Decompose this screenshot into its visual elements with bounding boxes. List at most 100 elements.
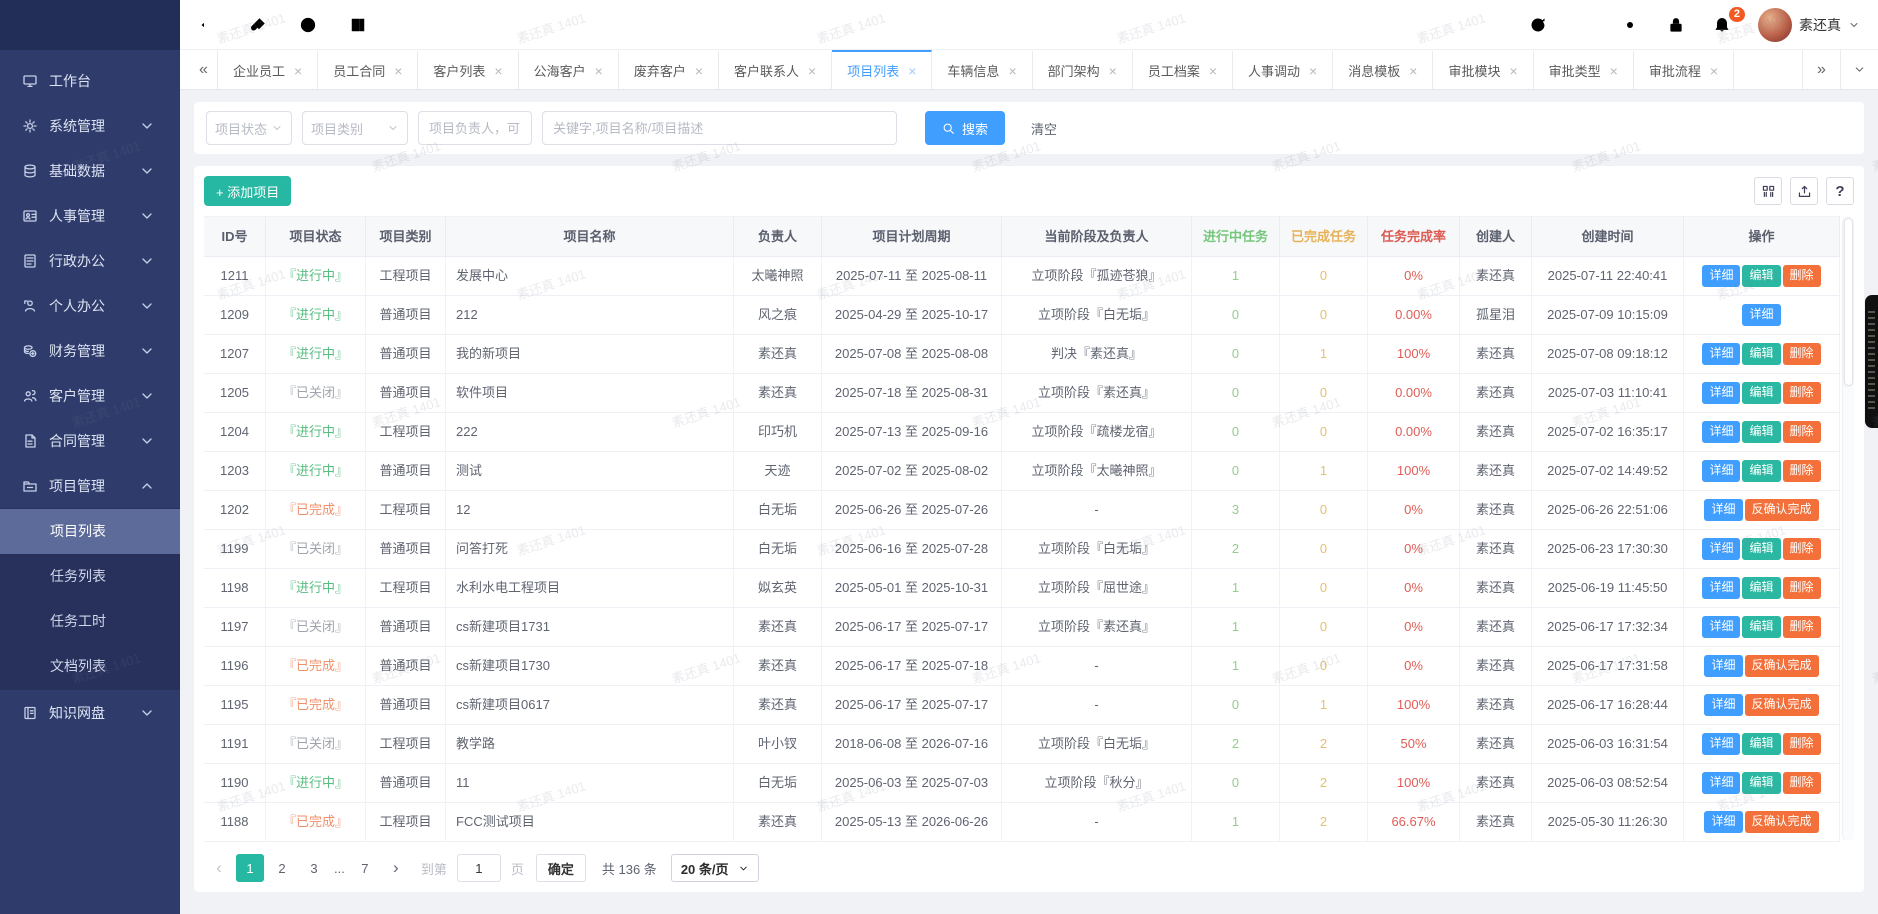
- tab-item[interactable]: 人事调动 ×: [1233, 50, 1334, 89]
- unconfirm-button[interactable]: 反确认完成: [1744, 694, 1819, 716]
- delete-button[interactable]: 删除: [1782, 772, 1821, 794]
- tab-item[interactable]: 部门架构 ×: [1033, 50, 1133, 89]
- detail-button[interactable]: 详细: [1704, 655, 1743, 677]
- page-button-2[interactable]: 2: [268, 854, 296, 882]
- refresh-icon[interactable]: [1528, 15, 1548, 35]
- tab-item[interactable]: 审批模块 ×: [1433, 50, 1534, 89]
- detail-button[interactable]: 详细: [1702, 772, 1741, 794]
- delete-button[interactable]: 删除: [1782, 733, 1821, 755]
- sidebar-item-admin-office[interactable]: 行政办公: [0, 238, 180, 283]
- sidebar-item-knowledge[interactable]: 知识网盘: [0, 690, 180, 735]
- delete-button[interactable]: 删除: [1782, 343, 1821, 365]
- delete-button[interactable]: 删除: [1782, 538, 1821, 560]
- tab-close-icon[interactable]: ×: [294, 63, 302, 79]
- unconfirm-button[interactable]: 反确认完成: [1744, 811, 1819, 833]
- tab-close-icon[interactable]: ×: [1409, 63, 1417, 79]
- sidebar-subitem-task-list[interactable]: 任务列表: [0, 554, 180, 599]
- language-globe-icon[interactable]: [298, 15, 318, 35]
- edit-button[interactable]: 编辑: [1742, 616, 1781, 638]
- tab-close-icon[interactable]: ×: [1109, 63, 1117, 79]
- sidebar-subitem-doc-list[interactable]: 文档列表: [0, 644, 180, 689]
- delete-button[interactable]: 删除: [1782, 382, 1821, 404]
- sidebar-item-system[interactable]: 系统管理: [0, 103, 180, 148]
- add-project-button[interactable]: + 添加项目: [204, 176, 292, 206]
- sidebar-item-customer[interactable]: 客户管理: [0, 373, 180, 418]
- project-owner-input[interactable]: [418, 111, 532, 145]
- tabs-scroll-right-button[interactable]: »: [1802, 50, 1840, 89]
- tab-close-icon[interactable]: ×: [394, 63, 402, 79]
- tab-close-icon[interactable]: ×: [595, 63, 603, 79]
- edit-button[interactable]: 编辑: [1742, 265, 1781, 287]
- detail-button[interactable]: 详细: [1704, 694, 1743, 716]
- detail-button[interactable]: 详细: [1702, 577, 1741, 599]
- tabs-dropdown-button[interactable]: [1840, 50, 1878, 89]
- tab-item[interactable]: 客户列表 ×: [418, 50, 519, 89]
- goto-confirm-button[interactable]: 确定: [535, 854, 586, 882]
- notifications-bell-icon[interactable]: 2: [1712, 6, 1745, 35]
- help-button[interactable]: ?: [1826, 177, 1854, 205]
- tab-item[interactable]: 客户联系人 ×: [719, 50, 833, 89]
- detail-button[interactable]: 详细: [1702, 538, 1741, 560]
- tab-close-icon[interactable]: ×: [1309, 63, 1317, 79]
- clear-cache-brush-icon[interactable]: [248, 15, 268, 35]
- sidebar-subitem-project-list[interactable]: 项目列表: [0, 509, 180, 554]
- lock-icon[interactable]: [1666, 15, 1686, 35]
- page-button-7[interactable]: 7: [351, 854, 379, 882]
- unconfirm-button[interactable]: 反确认完成: [1744, 655, 1819, 677]
- tabs-scroll-left-button[interactable]: «: [180, 50, 218, 89]
- user-menu[interactable]: 素还真: [1758, 7, 1860, 42]
- keyword-input[interactable]: [542, 111, 897, 145]
- next-page-button[interactable]: ›: [383, 854, 409, 882]
- export-button[interactable]: [1790, 177, 1818, 205]
- project-category-select[interactable]: 项目类别: [302, 111, 408, 145]
- collapse-menu-icon[interactable]: [198, 15, 218, 35]
- tab-item[interactable]: 消息模板 ×: [1333, 50, 1434, 89]
- edit-button[interactable]: 编辑: [1742, 343, 1781, 365]
- sidebar-item-finance[interactable]: 财务管理: [0, 328, 180, 373]
- project-status-select[interactable]: 项目状态: [206, 111, 292, 145]
- delete-button[interactable]: 删除: [1782, 265, 1821, 287]
- page-button-3[interactable]: 3: [300, 854, 328, 882]
- search-button[interactable]: 搜索: [925, 111, 1006, 145]
- detail-button[interactable]: 详细: [1702, 265, 1741, 287]
- tab-item[interactable]: 员工合同 ×: [318, 50, 419, 89]
- sidebar-item-workbench[interactable]: 工作台: [0, 58, 180, 103]
- edit-button[interactable]: 编辑: [1742, 460, 1781, 482]
- sidebar-subitem-task-hours[interactable]: 任务工时: [0, 599, 180, 644]
- detail-button[interactable]: 详细: [1702, 460, 1741, 482]
- tab-close-icon[interactable]: ×: [808, 63, 816, 79]
- edit-button[interactable]: 编辑: [1742, 733, 1781, 755]
- detail-button[interactable]: 详细: [1704, 499, 1743, 521]
- edit-button[interactable]: 编辑: [1742, 421, 1781, 443]
- edit-button[interactable]: 编辑: [1742, 538, 1781, 560]
- detail-button[interactable]: 详细: [1702, 382, 1741, 404]
- tab-close-icon[interactable]: ×: [695, 63, 703, 79]
- edit-button[interactable]: 编辑: [1742, 772, 1781, 794]
- tab-item[interactable]: 公海客户 ×: [519, 50, 619, 89]
- sidebar-item-base-data[interactable]: 基础数据: [0, 148, 180, 193]
- edit-button[interactable]: 编辑: [1742, 382, 1781, 404]
- delete-button[interactable]: 删除: [1782, 616, 1821, 638]
- tab-close-icon[interactable]: ×: [1610, 63, 1618, 79]
- delete-button[interactable]: 删除: [1782, 577, 1821, 599]
- layout-panel-icon[interactable]: [348, 15, 368, 35]
- detail-button[interactable]: 详细: [1702, 733, 1741, 755]
- unconfirm-button[interactable]: 反确认完成: [1744, 499, 1819, 521]
- delete-button[interactable]: 删除: [1782, 421, 1821, 443]
- delete-button[interactable]: 删除: [1782, 460, 1821, 482]
- sidebar-item-contract[interactable]: 合同管理: [0, 418, 180, 463]
- detail-button[interactable]: 详细: [1702, 616, 1741, 638]
- side-drag-handle[interactable]: [1865, 295, 1878, 428]
- tab-close-icon[interactable]: ×: [1008, 63, 1016, 79]
- table-scrollbar[interactable]: [1842, 216, 1854, 841]
- tab-close-icon[interactable]: ×: [1509, 63, 1517, 79]
- tab-item[interactable]: 车辆信息 ×: [932, 50, 1033, 89]
- tab-close-icon[interactable]: ×: [1710, 63, 1718, 79]
- tab-item[interactable]: 员工档案 ×: [1133, 50, 1234, 89]
- tab-item[interactable]: 审批流程 ×: [1634, 50, 1735, 89]
- page-button-1[interactable]: 1: [236, 854, 264, 882]
- goto-page-input[interactable]: [456, 854, 501, 882]
- column-settings-button[interactable]: [1754, 177, 1782, 205]
- detail-button[interactable]: 详细: [1702, 421, 1741, 443]
- tab-item[interactable]: 废弃客户 ×: [619, 50, 720, 89]
